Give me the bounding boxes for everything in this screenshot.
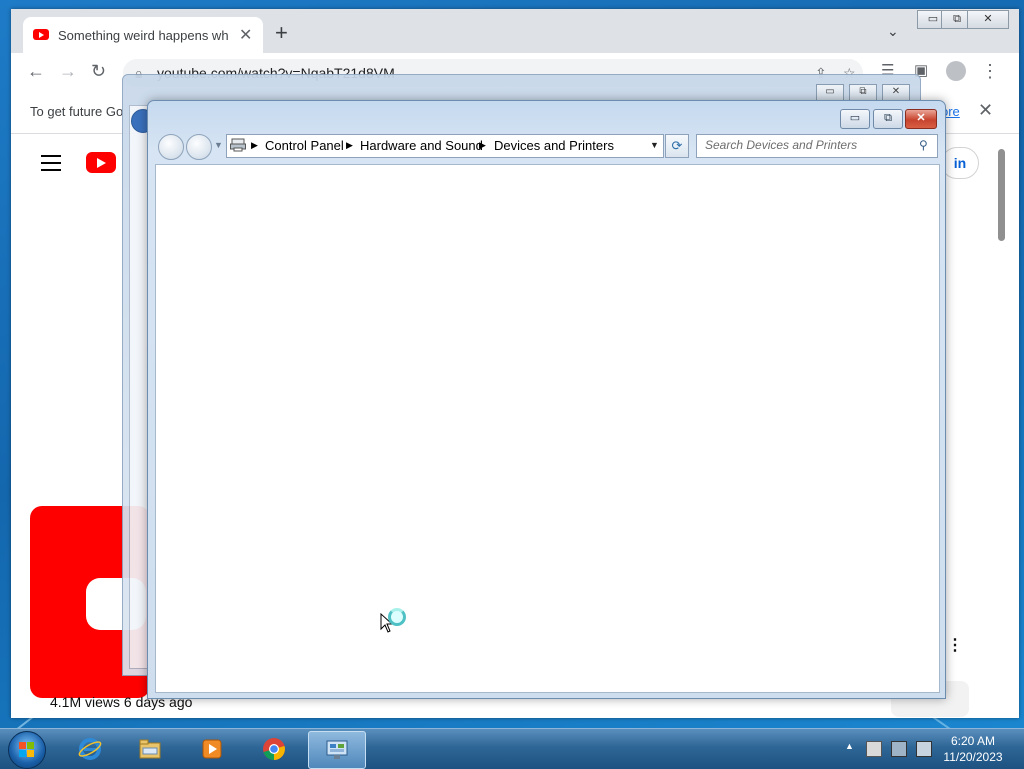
tab-search-icon[interactable]: ⌄: [887, 23, 899, 40]
tab-strip: Something weird happens when ✕ + ⌄ ▭ ⧉ ✕: [11, 9, 1019, 53]
system-clock[interactable]: 6:20 AM 11/20/2023: [938, 733, 1008, 765]
breadcrumb-separator-icon[interactable]: ▶: [251, 140, 258, 151]
taskbar-control-panel[interactable]: [308, 731, 366, 769]
new-tab-button[interactable]: +: [275, 22, 288, 44]
taskbar-internet-explorer[interactable]: [62, 731, 118, 767]
media-player-icon: [202, 739, 222, 759]
breadcrumb-control-panel[interactable]: Control Panel: [265, 138, 344, 153]
breadcrumb-separator-icon[interactable]: ▶: [346, 140, 353, 151]
youtube-logo-icon[interactable]: [86, 152, 116, 173]
info-bar-close-button[interactable]: ✕: [978, 100, 993, 121]
volume-muted-icon[interactable]: [916, 741, 932, 757]
clock-date: 11/20/2023: [943, 750, 1003, 764]
desktop: Something weird happens when ✕ + ⌄ ▭ ⧉ ✕…: [0, 0, 1024, 728]
close-button[interactable]: ✕: [967, 10, 1009, 29]
recent-pages-dropdown-icon[interactable]: ▼: [214, 140, 223, 150]
taskbar-windows-explorer[interactable]: [122, 731, 178, 767]
info-bar-text: To get future Go: [30, 104, 124, 119]
show-hidden-icons[interactable]: ▲: [845, 741, 854, 751]
breadcrumb-separator-icon[interactable]: ▶: [479, 140, 486, 151]
profile-avatar-icon[interactable]: [946, 61, 966, 81]
minimize-button[interactable]: ▭: [840, 109, 870, 129]
folder-icon: [139, 739, 161, 759]
taskbar-media-player[interactable]: [184, 731, 240, 767]
tab-close-button[interactable]: ✕: [239, 25, 252, 45]
sign-in-button[interactable]: in: [941, 147, 979, 179]
breadcrumb-hardware-and-sound[interactable]: Hardware and Sound: [360, 138, 483, 153]
search-input[interactable]: Search Devices and Printers ⚲: [696, 134, 938, 158]
browser-tab[interactable]: Something weird happens when ✕: [23, 17, 263, 53]
control-panel-icon: [326, 740, 348, 759]
menu-kebab-icon[interactable]: ⋮: [981, 61, 999, 82]
back-icon[interactable]: ←: [27, 61, 45, 82]
breadcrumb-devices-and-printers[interactable]: Devices and Printers: [494, 138, 614, 153]
internet-explorer-icon: [78, 738, 102, 760]
close-button[interactable]: ✕: [882, 84, 910, 101]
close-button[interactable]: ✕: [905, 109, 937, 129]
back-icon[interactable]: [158, 134, 184, 160]
refresh-icon[interactable]: ⟳: [665, 134, 689, 158]
forward-icon[interactable]: →: [59, 61, 77, 82]
clock-time: 6:20 AM: [950, 734, 996, 748]
hamburger-menu-icon[interactable]: [41, 155, 61, 176]
minimize-button[interactable]: ▭: [816, 84, 844, 101]
maximize-button[interactable]: ⧉: [873, 109, 903, 129]
address-bar[interactable]: ▶ Control Panel ▶ Hardware and Sound ▶ D…: [226, 134, 664, 158]
more-options-icon[interactable]: ⋮: [947, 635, 963, 655]
search-placeholder: Search Devices and Printers: [705, 138, 858, 152]
windows-logo-icon: [19, 742, 35, 758]
network-icon[interactable]: [891, 741, 907, 757]
action-center-flag-icon[interactable]: [866, 741, 882, 757]
taskbar-google-chrome[interactable]: [246, 731, 302, 767]
devices-and-printers-window: ▭ ⧉ ✕ ▼ ▶ Control Panel ▶ Hardware and S…: [147, 100, 946, 699]
taskbar: ▲ 6:20 AM 11/20/2023: [0, 728, 1024, 769]
devices-content-pane[interactable]: [155, 164, 940, 693]
chrome-icon: [263, 738, 285, 760]
forward-icon[interactable]: [186, 134, 212, 160]
address-dropdown-icon[interactable]: ▼: [650, 140, 659, 150]
restore-button[interactable]: ⧉: [849, 84, 877, 101]
busy-spinner-icon: [388, 608, 406, 626]
tab-title: Something weird happens when: [58, 28, 228, 43]
reload-icon[interactable]: ↻: [91, 61, 106, 82]
devices-printers-icon: [230, 138, 246, 152]
start-button[interactable]: [8, 731, 46, 769]
youtube-favicon-icon: [33, 29, 49, 40]
scrollbar-thumb[interactable]: [998, 149, 1005, 241]
search-icon[interactable]: ⚲: [919, 138, 928, 152]
